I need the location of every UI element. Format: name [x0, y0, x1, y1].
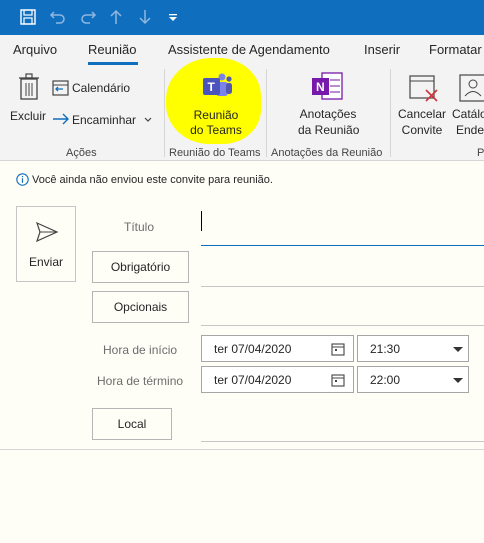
end-date-picker[interactable]: ter 07/04/2020 [201, 366, 354, 393]
body-separator [0, 449, 484, 450]
address-book-label-line1: Catálo [452, 107, 484, 121]
cancel-invitation-button[interactable]: Cancelar Convite [394, 69, 450, 141]
ribbon-separator [266, 69, 267, 157]
group-label-truncated: P [477, 147, 484, 159]
chevron-down-icon [453, 347, 463, 352]
title-bar [0, 0, 484, 35]
trash-icon [19, 73, 39, 100]
delete-label: Excluir [10, 109, 47, 123]
ribbon-separator [390, 69, 391, 157]
svg-text:T: T [208, 80, 216, 94]
teams-label-line1: Reunião [193, 108, 239, 122]
info-icon [16, 173, 29, 186]
cancel-label-line2: Convite [401, 123, 443, 137]
required-attendees-button[interactable]: Obrigatório [92, 251, 189, 283]
title-input[interactable] [201, 208, 484, 246]
tab-assistente-agendamento[interactable]: Assistente de Agendamento [168, 42, 330, 57]
forward-button[interactable]: Encaminhar [52, 111, 154, 131]
end-time-select[interactable]: 22:00 [357, 366, 469, 393]
cancel-calendar-icon [409, 75, 438, 102]
location-button[interactable]: Local [92, 408, 172, 440]
arrow-down-icon[interactable] [133, 5, 157, 29]
location-input[interactable] [201, 441, 484, 442]
chevron-down-icon [453, 378, 463, 383]
address-book-label-line2: Ender [456, 123, 484, 137]
cancel-label-line1: Cancelar [397, 107, 447, 121]
tab-reuniao[interactable]: Reunião [88, 42, 136, 57]
required-input[interactable] [201, 286, 484, 287]
location-label: Local [117, 417, 147, 431]
delete-button[interactable]: Excluir [8, 69, 48, 129]
ribbon-tabs: Arquivo Reunião Assistente de Agendament… [0, 35, 484, 65]
calendar-picker-icon[interactable] [331, 342, 345, 356]
end-date-value: ter 07/04/2020 [214, 373, 292, 387]
group-label-reuniao-teams: Reunião do Teams [169, 147, 261, 159]
undo-icon[interactable] [46, 5, 70, 29]
optional-label: Opcionais [113, 300, 168, 314]
tab-arquivo[interactable]: Arquivo [13, 42, 57, 57]
end-time-label: Hora de término [97, 374, 184, 388]
start-time-label: Hora de início [103, 343, 178, 357]
start-time-select[interactable]: 21:30 [357, 335, 469, 362]
customize-qat-icon[interactable] [161, 5, 185, 29]
onenote-icon: N [312, 72, 343, 100]
teams-meeting-button[interactable]: T Reunião do Teams [176, 70, 256, 142]
tab-inserir[interactable]: Inserir [364, 42, 400, 57]
group-label-acoes: Ações [66, 147, 97, 159]
send-label: Enviar [28, 255, 63, 269]
start-time-value: 21:30 [370, 342, 401, 356]
info-message: Você ainda não enviou este convite para … [32, 174, 273, 186]
redo-icon[interactable] [76, 5, 100, 29]
forward-label: Encaminhar [72, 113, 137, 127]
chevron-down-icon [144, 117, 152, 122]
required-label: Obrigatório [110, 260, 171, 274]
optional-attendees-button[interactable]: Opcionais [92, 291, 189, 323]
address-book-icon [459, 74, 484, 102]
save-icon[interactable] [16, 5, 40, 29]
calendar-icon [52, 80, 69, 96]
teams-label-line2: do Teams [190, 123, 242, 137]
calendar-label: Calendário [72, 81, 131, 95]
tab-formatar[interactable]: Formatar [429, 42, 482, 57]
forward-arrow-icon [53, 113, 69, 125]
calendar-button[interactable]: Calendário [52, 79, 140, 99]
svg-text:N: N [316, 80, 325, 94]
notes-label-line1: Anotações [299, 107, 357, 121]
meeting-notes-button[interactable]: N Anotações da Reunião [288, 69, 368, 141]
notes-label-line2: da Reunião [298, 123, 360, 137]
ribbon-separator [164, 69, 165, 157]
group-label-anotacoes: Anotações da Reunião [271, 147, 383, 159]
title-label: Título [124, 220, 155, 234]
teams-icon: T [203, 73, 232, 96]
end-time-value: 22:00 [370, 373, 401, 387]
send-button[interactable]: Enviar [16, 206, 76, 282]
text-caret [201, 211, 202, 231]
info-bar: Você ainda não enviou este convite para … [0, 162, 484, 196]
start-date-value: ter 07/04/2020 [214, 342, 292, 356]
address-book-button[interactable]: Catálo Ender [452, 69, 484, 141]
start-date-picker[interactable]: ter 07/04/2020 [201, 335, 354, 362]
arrow-up-icon[interactable] [104, 5, 128, 29]
calendar-picker-icon[interactable] [331, 373, 345, 387]
send-icon [35, 221, 59, 243]
optional-input[interactable] [201, 325, 484, 326]
